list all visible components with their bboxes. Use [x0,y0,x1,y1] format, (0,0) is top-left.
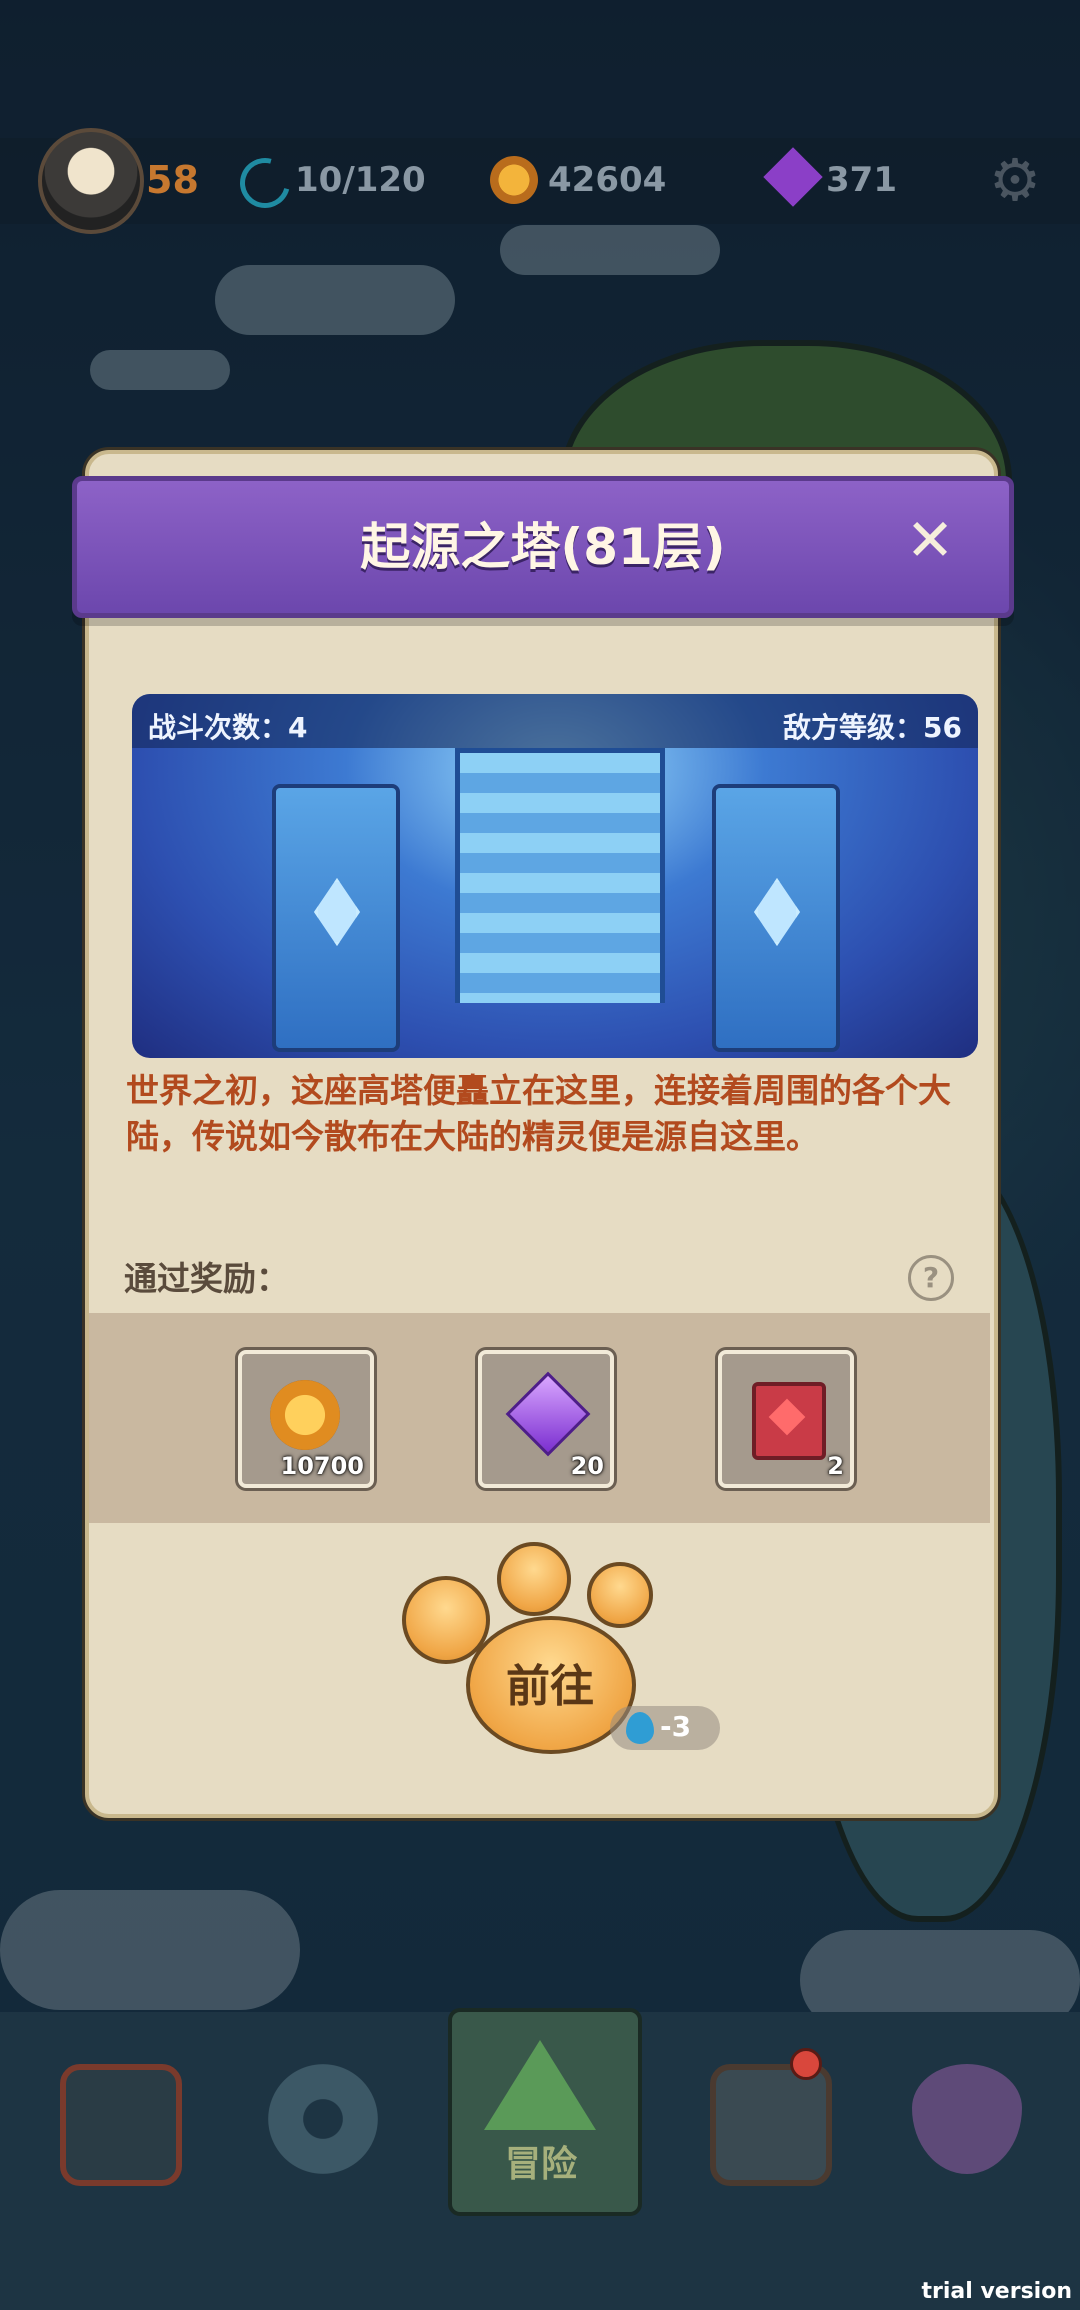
energy-cost: -3 [660,1710,692,1743]
gem-icon [505,1371,591,1457]
nav-adventure-label: 冒险 [504,2144,577,2185]
dialog-title-bar: 起源之塔(81层) [72,476,1014,618]
nav-shop-icon[interactable] [710,2064,832,2186]
pillar-illustration [712,784,840,1052]
close-icon[interactable]: ✕ [900,510,960,570]
nav-backpack-icon[interactable] [60,2064,182,2186]
reward-count: 2 [827,1452,844,1480]
reward-slot-coin[interactable]: 10700 [238,1350,374,1488]
trial-watermark: trial version [921,2279,1072,2304]
tower-scene-image: 战斗次数：4 敌方等级：56 [132,694,978,1058]
gear-icon[interactable]: ⚙ [985,150,1045,210]
notification-badge [790,2048,822,2080]
help-icon[interactable]: ? [908,1255,954,1301]
paw-toe [587,1562,653,1628]
battle-count: 战斗次数：4 [148,711,308,744]
reward-label: 通过奖励： [124,1259,289,1298]
dialog-title: 起源之塔(81层) [360,518,726,576]
nav-portal-icon[interactable] [268,2064,378,2174]
reward-count: 20 [570,1452,604,1480]
reward-count: 10700 [280,1452,365,1480]
pillar-illustration [272,784,400,1052]
reward-slot-book[interactable]: 2 [718,1350,854,1488]
gem-value: 371 [826,160,897,200]
coin-value: 42604 [548,160,667,200]
energy-value: 10/120 [295,160,426,200]
reward-slot-gem[interactable]: 20 [478,1350,614,1488]
coin-icon [270,1380,340,1450]
coin-icon [490,156,538,204]
stairs-illustration [455,748,665,1003]
enemy-level: 敌方等级：56 [783,711,962,744]
book-icon [752,1382,826,1460]
player-avatar[interactable] [38,128,144,234]
go-button-label: 前往 [506,1661,594,1712]
water-drop-icon [626,1712,654,1744]
paw-toe [497,1542,571,1616]
player-level: 58 [146,158,199,202]
tower-description: 世界之初，这座高塔便矗立在这里，连接着周围的各个大陆，传说如今散布在大陆的精灵便… [126,1071,951,1156]
